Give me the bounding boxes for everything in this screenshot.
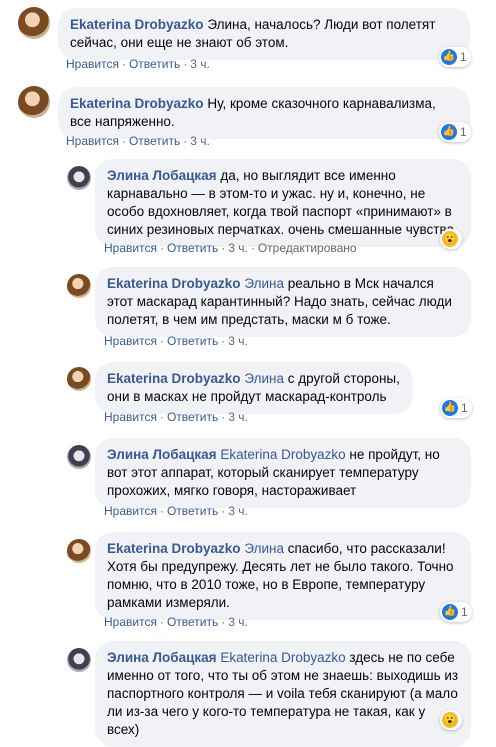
separator: ·: [221, 615, 226, 629]
comment-actions: Нравится · Ответить · 3 ч.: [104, 504, 248, 518]
reaction-badge[interactable]: 👍 1: [439, 47, 471, 67]
separator: ·: [221, 334, 226, 348]
separator: ·: [159, 334, 164, 348]
reply-link[interactable]: Ответить: [167, 334, 218, 348]
like-link[interactable]: Нравится: [104, 504, 157, 518]
comment-bubble: Ekaterina Drobyazko Элина спасибо, что р…: [95, 532, 471, 620]
reply-link[interactable]: Ответить: [167, 615, 218, 629]
separator: ·: [121, 134, 126, 148]
comment-author[interactable]: Элина Лобацкая: [107, 447, 217, 462]
comment-bubble: Элина Лобацкая Ekaterina Drobyazko здесь…: [95, 641, 471, 747]
timestamp[interactable]: 3 ч.: [190, 134, 210, 148]
comment-author[interactable]: Ekaterina Drobyazko: [70, 96, 204, 111]
avatar[interactable]: [67, 648, 91, 672]
comment-actions: Нравится · Ответить · 3 ч.: [66, 57, 210, 71]
comment-author[interactable]: Ekaterina Drobyazko: [107, 276, 241, 291]
timestamp[interactable]: 3 ч.: [228, 615, 248, 629]
reaction-count: 1: [460, 50, 467, 64]
comment-author[interactable]: Ekaterina Drobyazko: [70, 17, 204, 32]
separator: ·: [159, 504, 164, 518]
avatar[interactable]: [18, 86, 50, 118]
like-icon: 👍: [441, 124, 457, 140]
mention-link[interactable]: Элина: [244, 541, 284, 556]
reply-link[interactable]: Ответить: [167, 504, 218, 518]
like-link[interactable]: Нравится: [104, 410, 157, 424]
comment-author[interactable]: Ekaterina Drobyazko: [107, 371, 241, 386]
separator: ·: [221, 241, 226, 255]
avatar[interactable]: [67, 445, 91, 469]
reply-link[interactable]: Ответить: [167, 410, 218, 424]
timestamp[interactable]: 3 ч.: [228, 334, 248, 348]
comment-bubble: Ekaterina Drobyazko Ну, кроме сказочного…: [58, 87, 470, 139]
like-link[interactable]: Нравится: [104, 334, 157, 348]
separator: ·: [250, 241, 255, 255]
wow-icon: 😮: [442, 712, 458, 728]
separator: ·: [183, 134, 188, 148]
comment-author[interactable]: Ekaterina Drobyazko: [107, 541, 241, 556]
separator: ·: [121, 57, 126, 71]
separator: ·: [159, 241, 164, 255]
avatar[interactable]: [67, 166, 91, 190]
timestamp[interactable]: 3 ч.: [228, 504, 248, 518]
reaction-badge[interactable]: 😮: [440, 229, 462, 249]
comment-author[interactable]: Элина Лобацкая: [107, 168, 217, 183]
reaction-count: 1: [460, 125, 467, 139]
comment-bubble: Ekaterina Drobyazko Элина реально в Мск …: [95, 267, 471, 337]
comment-actions: Нравится · Ответить · 3 ч. · Отредактировано: [104, 241, 357, 255]
reaction-badge[interactable]: 👍 1: [439, 122, 471, 142]
edited-label[interactable]: Отредактировано: [258, 241, 357, 255]
reply-link[interactable]: Ответить: [129, 134, 180, 148]
avatar[interactable]: [67, 274, 91, 298]
comment-actions: Нравится · Ответить · 3 ч.: [66, 134, 210, 148]
mention-link[interactable]: Элина: [244, 371, 284, 386]
comment-actions: Нравится · Ответить · 3 ч.: [104, 334, 248, 348]
timestamp[interactable]: 3 ч.: [228, 241, 248, 255]
timestamp[interactable]: 3 ч.: [190, 57, 210, 71]
reply-link[interactable]: Ответить: [129, 57, 180, 71]
comment-author[interactable]: Элина Лобацкая: [107, 650, 217, 665]
avatar[interactable]: [67, 367, 91, 391]
like-icon: 👍: [442, 400, 458, 416]
comment-bubble: Ekaterina Drobyazko Элина, началось? Люд…: [58, 8, 470, 60]
reaction-badge[interactable]: 😮: [440, 710, 462, 730]
like-icon: 👍: [441, 49, 457, 65]
separator: ·: [221, 504, 226, 518]
avatar[interactable]: [67, 539, 91, 563]
separator: ·: [221, 410, 226, 424]
comment-bubble: Ekaterina Drobyazko Элина с другой сторо…: [95, 362, 413, 414]
comment-bubble: Элина Лобацкая да, но выглядит все именн…: [95, 159, 471, 247]
wow-icon: 😮: [442, 231, 458, 247]
avatar[interactable]: [18, 7, 50, 39]
separator: ·: [183, 57, 188, 71]
separator: ·: [159, 410, 164, 424]
like-icon: 👍: [442, 604, 458, 620]
timestamp[interactable]: 3 ч.: [228, 410, 248, 424]
reaction-badge[interactable]: 👍 1: [440, 398, 472, 418]
reaction-count: 1: [461, 401, 468, 415]
mention-link[interactable]: Элина: [244, 276, 284, 291]
reaction-badge[interactable]: 👍 1: [440, 602, 472, 622]
like-link[interactable]: Нравится: [104, 241, 157, 255]
separator: ·: [159, 615, 164, 629]
comment-actions: Нравится · Ответить · 3 ч.: [104, 410, 248, 424]
reply-link[interactable]: Ответить: [167, 241, 218, 255]
like-link[interactable]: Нравится: [66, 134, 119, 148]
comment-bubble: Элина Лобацкая Ekaterina Drobyazko не пр…: [95, 438, 471, 508]
mention-link[interactable]: Ekaterina Drobyazko: [220, 650, 345, 665]
comment-actions: Нравится · Ответить · 3 ч.: [104, 615, 248, 629]
reaction-count: 1: [461, 605, 468, 619]
like-link[interactable]: Нравится: [104, 615, 157, 629]
like-link[interactable]: Нравится: [66, 57, 119, 71]
mention-link[interactable]: Ekaterina Drobyazko: [220, 447, 345, 462]
